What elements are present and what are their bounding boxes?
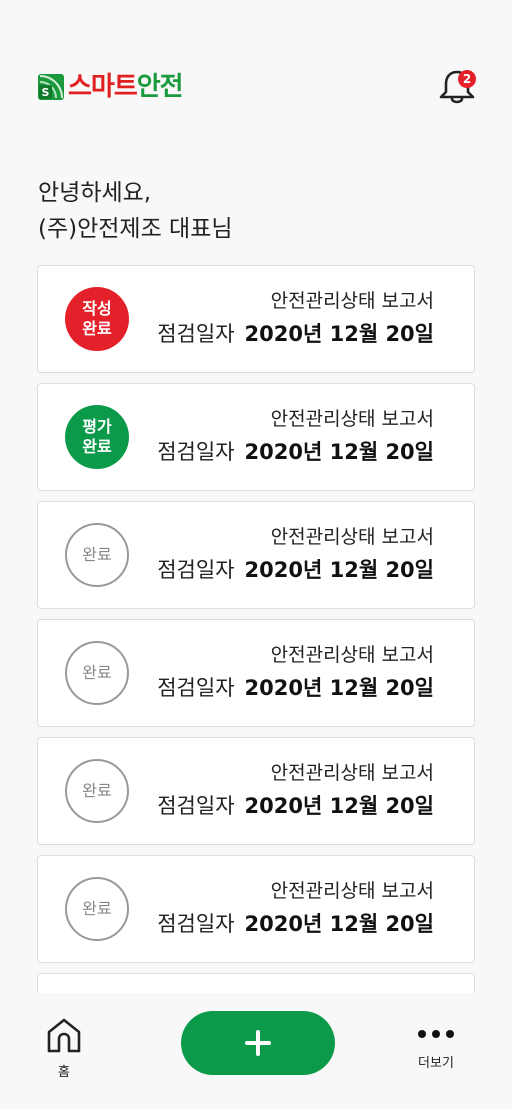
status-text-line-1: 완료 [82, 899, 112, 918]
inspection-date-row: 점검일자 2020년 12월 20일 [157, 790, 434, 820]
nav-more-label: 더보기 [418, 1056, 454, 1071]
inspection-date-value: 2020년 12월 20일 [244, 912, 434, 936]
status-text: 평가 완료 [82, 417, 111, 457]
inspection-date-value: 2020년 12월 20일 [244, 794, 434, 818]
report-list: 작성 완료 안전관리상태 보고서 점검일자 2020년 12월 20일 평가 완료 안전관리상… [37, 265, 475, 993]
report-title: 안전관리상태 보고서 [270, 526, 434, 548]
status-text: 완료 [82, 663, 111, 683]
report-title: 안전관리상태 보고서 [270, 408, 434, 430]
inspection-date-row: 점검일자 2020년 12월 20일 [157, 908, 434, 938]
status-badge: 완료 [65, 877, 129, 941]
greeting: 안녕하세요, (주)안전제조 대표님 [38, 175, 233, 247]
inspection-date-value: 2020년 12월 20일 [244, 322, 434, 346]
inspection-date-label: 점검일자 [157, 440, 235, 464]
greeting-line-1: 안녕하세요, [38, 180, 152, 206]
report-card[interactable]: 완료 안전관리상태 보고서점검일자 2020년 12월 20일 [37, 855, 475, 963]
inspection-date-value: 2020년 12월 20일 [244, 440, 434, 464]
nav-more[interactable]: 더보기 [410, 1025, 462, 1071]
status-text-line-1: 평가 [82, 417, 112, 436]
inspection-date-row: 점검일자 2020년 12월 20일 [157, 318, 434, 348]
app-header: S 스마트 안전 2 [0, 0, 512, 150]
inspection-date-label: 점검일자 [157, 912, 235, 936]
inspection-date-value: 2020년 12월 20일 [244, 676, 434, 700]
inspection-date-value: 2020년 12월 20일 [244, 558, 434, 582]
inspection-date-label: 점검일자 [157, 676, 235, 700]
status-text-line-1: 완료 [82, 545, 112, 564]
report-card[interactable]: 완료안전관리상태 보고서점검일자2020년 12월 20일 [37, 973, 475, 993]
status-badge: 완료 [65, 759, 129, 823]
status-text-line-2: 완료 [82, 319, 112, 338]
report-card[interactable]: 작성 완료 안전관리상태 보고서점검일자 2020년 12월 20일 [37, 265, 475, 373]
inspection-date-label: 점검일자 [157, 794, 235, 818]
report-title: 안전관리상태 보고서 [270, 880, 434, 902]
report-title: 안전관리상태 보고서 [270, 762, 434, 784]
more-dots-icon [418, 1030, 454, 1038]
inspection-date-row: 점검일자 2020년 12월 20일 [157, 672, 434, 702]
report-card[interactable]: 완료 안전관리상태 보고서점검일자 2020년 12월 20일 [37, 619, 475, 727]
status-text: 작성 완료 [82, 299, 111, 339]
logo-text-safety: 안전 [136, 72, 184, 102]
bottom-nav: 홈 더보기 [0, 993, 512, 1109]
status-badge: 완료 [65, 641, 129, 705]
nav-home-label: 홈 [58, 1065, 70, 1080]
status-text-line-1: 완료 [82, 781, 112, 800]
nav-home[interactable]: 홈 [44, 1017, 84, 1080]
inspection-date-row: 점검일자 2020년 12월 20일 [157, 436, 434, 466]
status-text: 완료 [82, 781, 111, 801]
status-text: 완료 [82, 545, 111, 565]
report-title: 안전관리상태 보고서 [270, 290, 434, 312]
logo-text-smart: 스마트 [68, 72, 138, 102]
app-logo: S 스마트 안전 [38, 72, 184, 102]
report-card[interactable]: 완료 안전관리상태 보고서점검일자 2020년 12월 20일 [37, 737, 475, 845]
status-text-line-2: 완료 [82, 437, 112, 456]
status-text-line-1: 완료 [82, 663, 112, 682]
inspection-date-label: 점검일자 [157, 322, 235, 346]
notification-badge: 2 [458, 70, 476, 88]
add-report-button[interactable] [181, 1011, 335, 1075]
inspection-date-label: 점검일자 [157, 558, 235, 582]
report-title: 안전관리상태 보고서 [270, 644, 434, 666]
inspection-date-row: 점검일자 2020년 12월 20일 [157, 554, 434, 584]
status-text: 완료 [82, 899, 111, 919]
plus-icon [245, 1030, 271, 1056]
status-badge: 평가 완료 [65, 405, 129, 469]
home-icon [47, 1018, 81, 1053]
svg-text:S: S [42, 86, 50, 99]
status-badge: 완료 [65, 523, 129, 587]
status-text-line-1: 작성 [82, 299, 112, 318]
status-badge: 작성 완료 [65, 287, 129, 351]
greeting-line-2: (주)안전제조 대표님 [38, 216, 233, 242]
report-card[interactable]: 완료 안전관리상태 보고서점검일자 2020년 12월 20일 [37, 501, 475, 609]
report-card[interactable]: 평가 완료 안전관리상태 보고서점검일자 2020년 12월 20일 [37, 383, 475, 491]
logo-mark-icon: S [38, 74, 64, 100]
